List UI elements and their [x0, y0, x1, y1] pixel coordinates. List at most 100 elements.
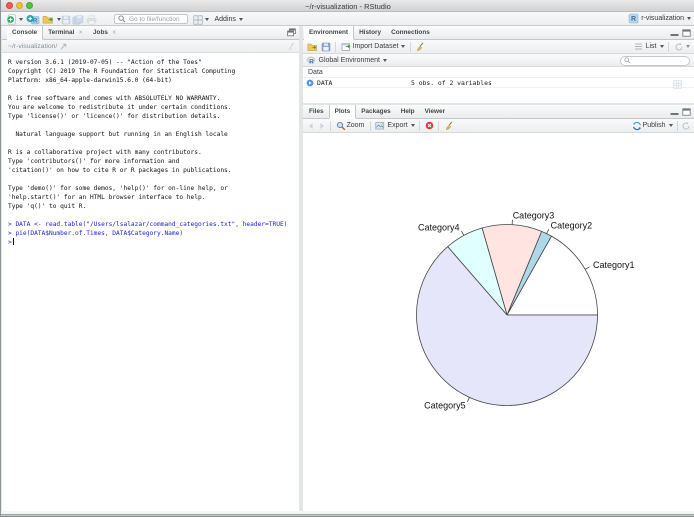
minimize-pane-icon[interactable] [670, 108, 679, 116]
console-output-line: 'help.start()' for an HTML browser inter… [8, 194, 206, 201]
forward-arrow-icon [319, 122, 324, 129]
environment-search-input[interactable] [620, 55, 690, 66]
addins-button[interactable]: Addins [211, 13, 244, 26]
console-output-line: Type 'q()' to quit R. [8, 203, 87, 210]
tab-viewer[interactable]: Viewer [420, 105, 451, 118]
pane-layout-grid-icon [192, 14, 203, 25]
pane-splitter-horizontal[interactable] [303, 103, 694, 105]
refresh-caret-icon [685, 45, 690, 48]
import-dataset-button[interactable]: Import Dataset [339, 40, 407, 53]
console-prompt-line[interactable]: > [8, 238, 299, 247]
tab-jobs[interactable]: Jobs ✕ [88, 26, 122, 39]
save-workspace-icon [321, 42, 330, 51]
tab-connections[interactable]: Connections [386, 26, 435, 39]
next-plot-button[interactable] [316, 119, 327, 132]
tab-help[interactable]: Help [396, 105, 420, 118]
save-all-button[interactable] [70, 13, 85, 26]
environment-pane: Environment History Connections Import D… [303, 26, 694, 103]
goto-file-placeholder: Go to file/function [129, 15, 180, 23]
open-in-files-icon[interactable] [60, 43, 67, 50]
tab-packages[interactable]: Packages [356, 105, 396, 118]
environment-scope-bar: R Global Environment [303, 54, 694, 67]
save-workspace-button[interactable] [319, 40, 332, 53]
view-data-grid-icon[interactable] [673, 80, 682, 89]
maximize-pane-icon[interactable] [287, 28, 296, 37]
list-view-caret-icon [659, 45, 664, 48]
maximize-pane-icon[interactable] [682, 28, 691, 37]
goto-file-search[interactable]: Go to file/function [114, 14, 188, 24]
environment-object-row[interactable]: DATA 5 obs. of 2 variables [303, 78, 694, 89]
expand-object-icon[interactable] [306, 79, 314, 87]
environment-object-name: DATA [317, 78, 333, 87]
list-view-label: List [645, 43, 657, 50]
refresh-environment-button[interactable] [672, 40, 691, 53]
toolbar-separator [438, 120, 440, 131]
titlebar: ~/r-visualization - RStudio [1, 0, 694, 12]
pane-splitter-vertical[interactable] [299, 26, 303, 511]
project-caret-icon [687, 17, 691, 20]
environment-scope-button[interactable]: Global Environment [316, 54, 388, 67]
tab-environment[interactable]: Environment [304, 26, 355, 40]
maximize-pane-icon[interactable] [682, 107, 691, 116]
new-file-button[interactable] [4, 13, 24, 26]
tab-terminal-close-icon[interactable]: ✕ [78, 30, 83, 36]
project-menu-button[interactable]: R r-visualization [628, 12, 691, 25]
search-icon [118, 15, 126, 23]
tab-terminal[interactable]: Terminal ✕ [43, 26, 88, 39]
pie-label-Category1: Category1 [593, 260, 635, 270]
clear-environment-button[interactable] [414, 40, 427, 53]
zoom-plot-button[interactable]: Zoom [334, 119, 367, 132]
plots-pane: Files Plots Packages Help Viewer Zoom Ex… [303, 105, 694, 511]
console-command-line: > DATA <- read.table("/Users/lsalazar/co… [8, 221, 288, 228]
export-plot-button[interactable]: Export [374, 119, 416, 132]
list-view-button[interactable]: List [643, 40, 665, 53]
toolbar-separator [677, 120, 678, 131]
print-button[interactable] [84, 13, 98, 26]
environment-section-label: Data [308, 68, 323, 76]
tab-terminal-label: Terminal [48, 29, 75, 36]
console-output-line: R is free software and comes with ABSOLU… [8, 95, 221, 102]
clear-all-plots-button[interactable] [442, 119, 455, 132]
clear-console-broom-icon[interactable] [286, 42, 296, 52]
tab-files[interactable]: Files [304, 105, 329, 118]
tab-history[interactable]: History [354, 26, 386, 39]
rstudio-window: ~/r-visualization - RStudio R Go to file… [0, 0, 694, 517]
tab-connections-label: Connections [391, 29, 430, 36]
clear-plots-broom-icon [445, 121, 452, 130]
toolbar-separator [409, 41, 411, 52]
refresh-plot-icon[interactable] [681, 121, 691, 131]
environment-search-icon [624, 57, 631, 64]
project-name-label: r-visualization [641, 15, 684, 22]
publish-button[interactable]: Publish [630, 119, 674, 132]
tab-viewer-label: Viewer [424, 108, 446, 115]
addins-caret-icon [238, 18, 243, 21]
pie-label-tick [467, 397, 470, 403]
clear-environment-broom-icon [417, 42, 424, 51]
load-workspace-button[interactable] [305, 40, 319, 53]
console-output[interactable]: R version 3.6.1 (2019-07-05) -- "Action … [2, 53, 299, 247]
save-all-icon [72, 14, 83, 24]
remove-plot-button[interactable] [423, 119, 435, 132]
environment-section-header: Data [303, 67, 694, 78]
window-title: ~/r-visualization - RStudio [305, 2, 391, 11]
tab-console[interactable]: Console [7, 26, 44, 40]
print-icon [86, 15, 96, 24]
import-dataset-caret-icon [401, 45, 406, 48]
plot-canvas: Category1 Category2 Category3 Category4 Cate… [303, 133, 692, 510]
toolbar-separator [330, 120, 331, 131]
environment-object-list: Data DATA 5 obs. of 2 variables [303, 67, 694, 89]
tab-jobs-close-icon[interactable]: ✕ [112, 30, 117, 36]
pane-layout-button[interactable] [191, 13, 210, 26]
console-output-line: R is a collaborative project with many c… [8, 149, 202, 156]
tab-plots[interactable]: Plots [328, 105, 357, 119]
main-toolbar: R Go to file/function Addins R r-visuali… [1, 12, 694, 26]
remove-plot-icon [425, 121, 433, 130]
previous-plot-button[interactable] [305, 119, 316, 132]
new-project-button[interactable]: R [24, 13, 41, 26]
console-output-line: You are welcome to redistribute it under… [8, 104, 232, 111]
minimize-pane-icon[interactable] [670, 29, 679, 37]
console-command-line: > pie(DATA$Number.of.Times, DATA$Categor… [8, 230, 184, 237]
